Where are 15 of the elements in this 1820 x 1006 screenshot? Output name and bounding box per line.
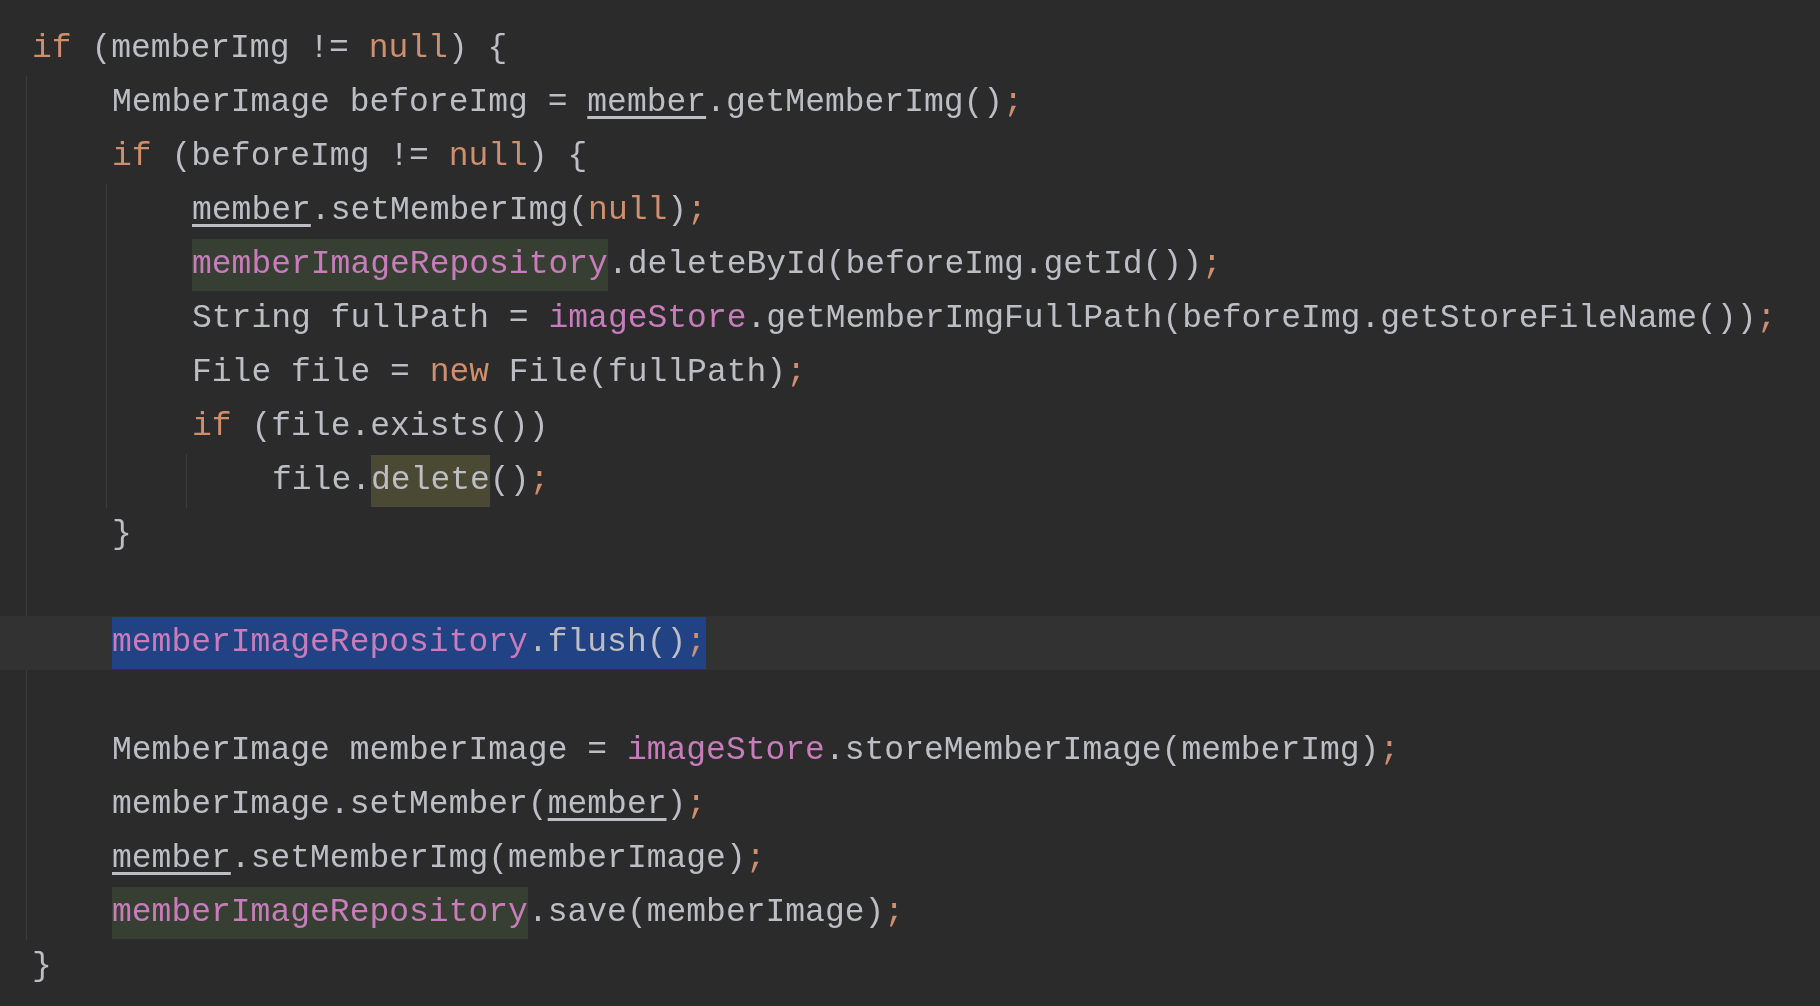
code-line: if (beforeImg != null) { [112,137,588,177]
code-line: memberImage.setMember(member); [112,785,707,825]
code-line: member.setMemberImg(memberImage); [112,839,766,879]
code-line: MemberImage memberImage = imageStore.storeMemberImage(memberImg); [112,731,1400,771]
code-line: if (memberImg != null) { [32,29,508,69]
code-line: String fullPath = imageStore.getMemberImgFullPath(beforeImg.getStoreFileName()); [192,299,1777,339]
code-line: file.delete(); [272,454,550,508]
code-line: } [32,947,52,987]
code-line: } [112,515,132,555]
code-line: File file = new File(fullPath); [192,353,806,393]
code-line: memberImageRepository.deleteById(beforeImg.getId()); [192,238,1222,292]
code-line: member.setMemberImg(null); [192,191,707,231]
code-line: MemberImage beforeImg = member.getMemberImg(); [112,83,1023,123]
code-line: memberImageRepository.flush(); [112,616,707,670]
code-line: if (file.exists()) [192,407,549,447]
